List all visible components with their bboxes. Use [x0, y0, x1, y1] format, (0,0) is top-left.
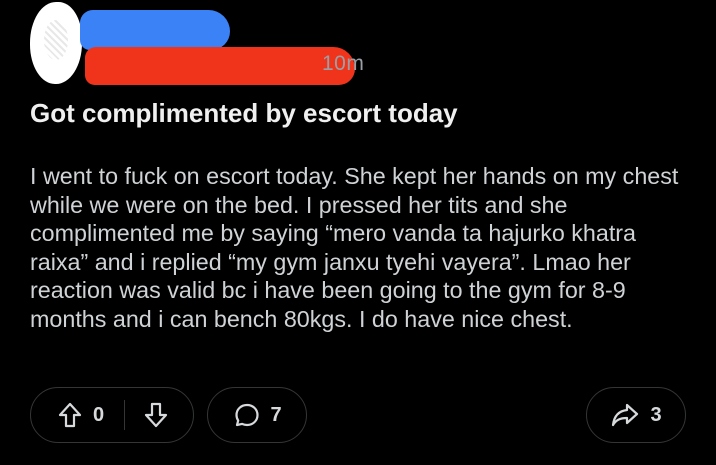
comment-count: 7	[270, 403, 282, 426]
post-title[interactable]: Got complimented by escort today	[30, 96, 458, 130]
post-card: 10m Got complimented by escort today I w…	[0, 0, 716, 465]
share-count: 3	[650, 403, 662, 426]
post-timestamp: 10m	[322, 52, 365, 75]
post-header: 10m	[0, 0, 716, 95]
redacted-community-name	[80, 10, 230, 50]
vote-divider	[124, 400, 126, 430]
share-button[interactable]: 3	[586, 387, 686, 443]
vote-count: 0	[93, 403, 105, 426]
post-body: I went to fuck on escort today. She kept…	[30, 163, 679, 332]
vote-control: 0	[30, 387, 194, 443]
upvote-arrow-icon[interactable]	[55, 400, 85, 430]
post-action-bar: 0 7 3	[0, 387, 716, 445]
downvote-arrow-icon[interactable]	[141, 400, 171, 430]
comments-button[interactable]: 7	[207, 387, 307, 443]
redacted-avatar	[30, 2, 82, 84]
share-arrow-icon	[610, 400, 640, 430]
comment-bubble-icon	[232, 400, 262, 430]
redacted-username	[85, 47, 355, 85]
